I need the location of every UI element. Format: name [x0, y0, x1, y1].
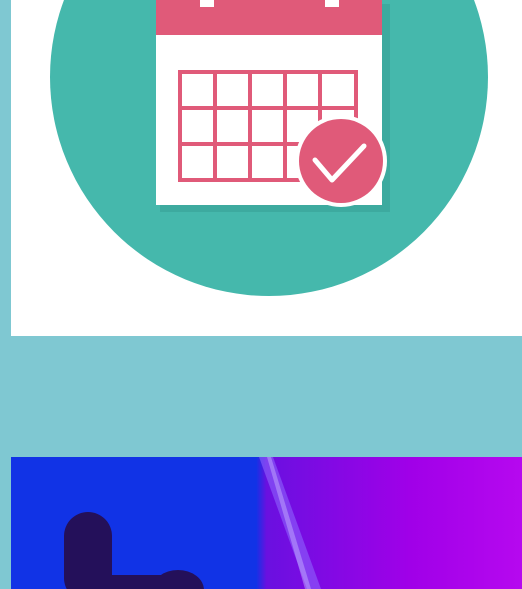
calendar-check-icon: [50, 0, 488, 296]
pointing-hand-icon: [64, 512, 204, 589]
calendar-ring-left: [200, 0, 214, 7]
gradient-art: [64, 457, 321, 589]
light-streak-core: [267, 457, 311, 589]
gradient-promo-card[interactable]: [11, 457, 522, 589]
check-badge: [299, 119, 383, 203]
calendar-ring-right: [325, 0, 339, 7]
calendar-check-card[interactable]: [11, 0, 522, 336]
calendar-header: [156, 0, 382, 35]
